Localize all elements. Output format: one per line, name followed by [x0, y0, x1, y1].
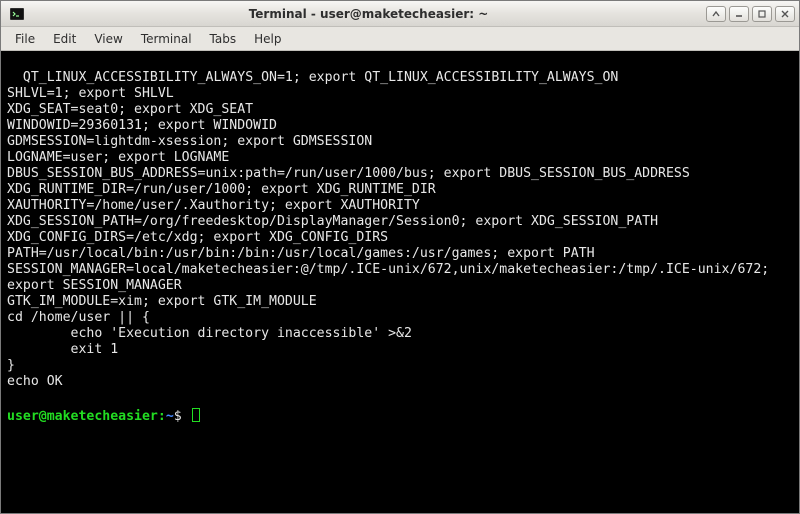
- maximize-button[interactable]: [752, 6, 772, 22]
- menu-help[interactable]: Help: [246, 29, 289, 49]
- terminal-output: QT_LINUX_ACCESSIBILITY_ALWAYS_ON=1; expo…: [7, 70, 777, 389]
- prompt-char: $: [174, 409, 182, 424]
- terminal-cursor: [192, 408, 200, 422]
- menu-view[interactable]: View: [86, 29, 130, 49]
- close-button[interactable]: [775, 6, 795, 22]
- terminal-app-icon: [9, 6, 25, 22]
- window-controls: [706, 6, 795, 22]
- titlebar: Terminal - user@maketecheasier: ~: [1, 1, 799, 27]
- terminal-area[interactable]: QT_LINUX_ACCESSIBILITY_ALWAYS_ON=1; expo…: [1, 51, 799, 513]
- prompt-user-host: user@maketecheasier: [7, 409, 158, 424]
- window-title: Terminal - user@maketecheasier: ~: [31, 7, 706, 21]
- prompt-path: ~: [166, 409, 174, 424]
- menu-terminal[interactable]: Terminal: [133, 29, 200, 49]
- minimize-button[interactable]: [729, 6, 749, 22]
- prompt-separator: :: [158, 409, 166, 424]
- menubar: File Edit View Terminal Tabs Help: [1, 27, 799, 51]
- menu-tabs[interactable]: Tabs: [202, 29, 245, 49]
- scroll-up-button[interactable]: [706, 6, 726, 22]
- menu-edit[interactable]: Edit: [45, 29, 84, 49]
- menu-file[interactable]: File: [7, 29, 43, 49]
